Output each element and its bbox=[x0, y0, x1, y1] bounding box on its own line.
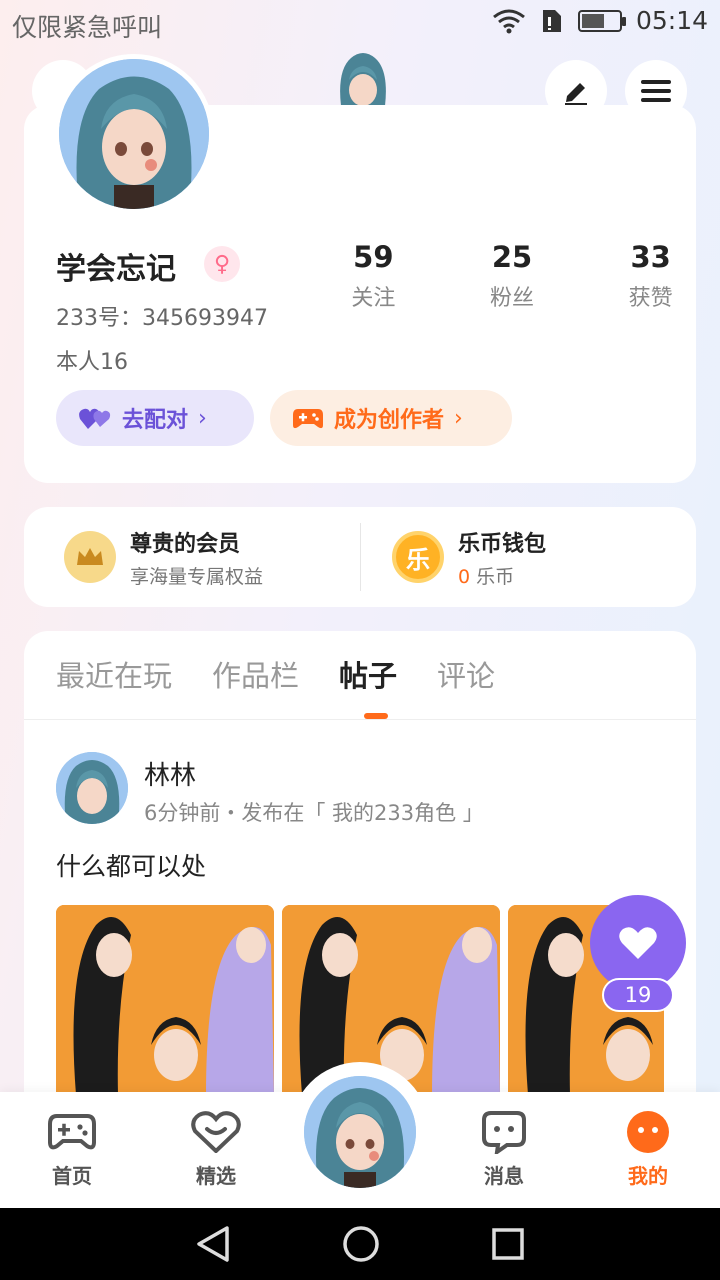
crown-icon bbox=[64, 531, 116, 583]
post-image[interactable] bbox=[282, 905, 500, 1095]
stat-following[interactable]: 59 关注 bbox=[304, 240, 443, 312]
match-button[interactable]: 去配对 › bbox=[56, 390, 254, 446]
post-meta: 6分钟前・发布在「 我的233角色 」 bbox=[144, 801, 484, 825]
edit-icon bbox=[565, 83, 587, 106]
recents-square-icon[interactable] bbox=[491, 1227, 525, 1261]
match-label: 去配对 bbox=[122, 408, 189, 433]
nav-home[interactable]: 首页 bbox=[22, 1110, 122, 1189]
female-icon: ♀ bbox=[204, 246, 240, 282]
status-carrier-text: 仅限紧急呼叫 bbox=[12, 13, 163, 42]
gamepad-icon bbox=[293, 409, 323, 429]
post-author-avatar[interactable] bbox=[56, 752, 128, 824]
wallet-amount: 0 bbox=[458, 565, 471, 588]
nav-featured[interactable]: 精选 bbox=[166, 1110, 266, 1189]
coin-icon: 乐 bbox=[392, 531, 444, 583]
stat-followers[interactable]: 25 粉丝 bbox=[443, 240, 582, 312]
like-count: 19 bbox=[602, 978, 674, 1012]
tabs-divider bbox=[24, 719, 696, 720]
menu-icon bbox=[641, 80, 671, 102]
profile-avatar[interactable] bbox=[54, 54, 214, 214]
battery-icon bbox=[577, 9, 626, 32]
status-bar: 仅限紧急呼叫 05:14 bbox=[0, 0, 720, 50]
profile-icon bbox=[623, 1110, 673, 1154]
profile-bio: 本人16 bbox=[56, 350, 128, 375]
center-avatar-button[interactable] bbox=[304, 1076, 416, 1188]
post-author-name[interactable]: 林林 bbox=[144, 755, 196, 792]
stat-likes[interactable]: 33 获赞 bbox=[581, 240, 720, 312]
like-button[interactable] bbox=[590, 895, 686, 991]
hearts-icon bbox=[79, 408, 111, 429]
sim-icon bbox=[542, 9, 561, 32]
profile-uid: 233号：345693947 bbox=[56, 306, 268, 331]
profile-name: 学会忘记 bbox=[56, 252, 176, 287]
wallet-entry[interactable]: 乐 乐币钱包 0 乐币 bbox=[392, 507, 546, 607]
vip-entry[interactable]: 尊贵的会员 享海量专属权益 bbox=[64, 507, 263, 607]
status-time: 05:14 bbox=[635, 6, 708, 35]
post-text: 什么都可以处 bbox=[56, 852, 207, 881]
vip-subtitle: 享海量专属权益 bbox=[130, 565, 264, 588]
tab-posts[interactable]: 帖子 bbox=[339, 653, 397, 695]
wallet-title: 乐币钱包 bbox=[458, 531, 547, 557]
chevron-right-icon: › bbox=[198, 405, 207, 431]
home-circle-icon[interactable] bbox=[342, 1225, 380, 1263]
content-tabs: 最近在玩 作品栏 帖子 评论 bbox=[56, 653, 495, 695]
message-icon bbox=[479, 1110, 529, 1154]
heart-chat-icon bbox=[191, 1110, 241, 1154]
tab-recent[interactable]: 最近在玩 bbox=[56, 653, 172, 695]
creator-label: 成为创作者 bbox=[334, 408, 445, 433]
chevron-right-icon: › bbox=[454, 405, 463, 431]
heart-icon bbox=[619, 927, 657, 959]
system-nav-bar bbox=[0, 1208, 720, 1280]
tab-comments[interactable]: 评论 bbox=[437, 653, 495, 695]
tab-works[interactable]: 作品栏 bbox=[212, 653, 299, 695]
member-card: 尊贵的会员 享海量专属权益 乐 乐币钱包 0 乐币 bbox=[24, 507, 696, 607]
nav-messages[interactable]: 消息 bbox=[454, 1110, 554, 1189]
post-image[interactable] bbox=[56, 905, 274, 1095]
header-avatar bbox=[333, 50, 393, 106]
divider bbox=[360, 523, 361, 591]
nav-me[interactable]: 我的 bbox=[598, 1110, 698, 1189]
gamepad-icon bbox=[47, 1110, 97, 1154]
back-triangle-icon[interactable] bbox=[195, 1225, 231, 1263]
become-creator-button[interactable]: 成为创作者 › bbox=[270, 390, 512, 446]
vip-title: 尊贵的会员 bbox=[130, 531, 241, 557]
profile-stats: 59 关注 25 粉丝 33 获赞 bbox=[304, 240, 720, 312]
wifi-icon bbox=[493, 9, 525, 33]
wallet-unit: 乐币 bbox=[476, 565, 515, 588]
